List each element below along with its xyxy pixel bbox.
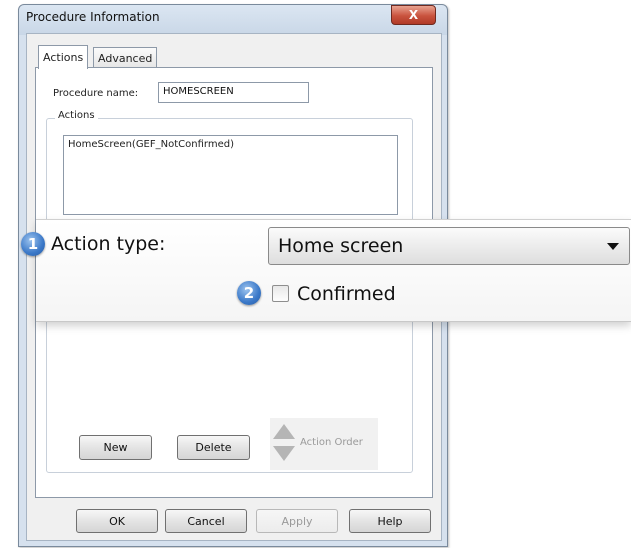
action-type-dropdown[interactable]: Home screen — [268, 227, 630, 265]
delete-button[interactable]: Delete — [177, 435, 250, 460]
window-title: Procedure Information — [26, 10, 160, 24]
new-button[interactable]: New — [79, 435, 152, 460]
confirmed-label: Confirmed — [297, 283, 396, 305]
cancel-button[interactable]: Cancel — [165, 509, 247, 533]
actions-listbox[interactable]: HomeScreen(GEF_NotConfirmed) — [63, 135, 398, 215]
close-button[interactable]: X — [391, 5, 436, 25]
list-item[interactable]: HomeScreen(GEF_NotConfirmed) — [68, 139, 393, 150]
apply-button[interactable]: Apply — [256, 509, 338, 533]
actions-group-label: Actions — [55, 110, 98, 121]
procedure-name-label: Procedure name: — [53, 88, 139, 99]
move-down-icon[interactable] — [273, 446, 295, 461]
confirmed-checkbox[interactable] — [272, 285, 289, 302]
new-button-label: New — [103, 441, 128, 454]
ok-button-label: OK — [109, 514, 125, 528]
procedure-name-input[interactable]: HOMESCREEN — [158, 82, 309, 103]
chevron-down-icon — [607, 242, 619, 250]
tab-actions[interactable]: Actions — [38, 45, 89, 69]
action-type-label: Action type: — [51, 233, 166, 255]
close-icon: X — [408, 8, 419, 22]
cancel-button-label: Cancel — [187, 514, 225, 528]
ok-button[interactable]: OK — [76, 509, 158, 533]
delete-button-label: Delete — [195, 441, 232, 454]
move-up-icon[interactable] — [273, 424, 295, 439]
action-order-label: Action Order — [300, 437, 363, 448]
action-type-selected: Home screen — [278, 235, 404, 257]
help-button-label: Help — [377, 514, 403, 528]
step-2-badge: 2 — [237, 281, 261, 305]
tab-advanced[interactable]: Advanced — [93, 47, 158, 68]
action-order-control[interactable]: Action Order — [270, 418, 378, 470]
tab-advanced-label: Advanced — [98, 51, 153, 65]
tab-actions-label: Actions — [43, 51, 84, 64]
step-1-badge: 1 — [21, 232, 45, 256]
apply-button-label: Apply — [281, 514, 313, 528]
help-button[interactable]: Help — [349, 509, 431, 533]
